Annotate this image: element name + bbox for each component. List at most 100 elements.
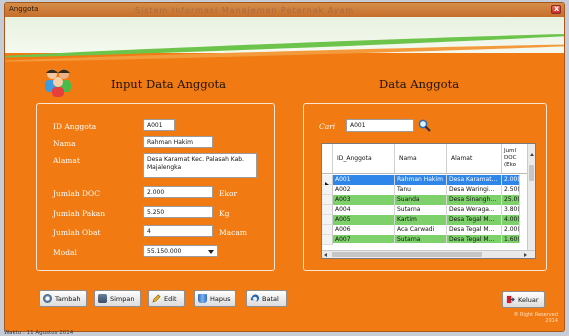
modal-select[interactable]: 55.150.000 xyxy=(143,245,218,257)
cell-nama: Rahman Hakim xyxy=(395,175,447,185)
save-icon xyxy=(98,294,107,303)
chevron-down-icon[interactable] xyxy=(208,250,214,254)
jumlah-obat-label: Jumlah Obat xyxy=(53,228,101,237)
cell-alamat: Desa Karamat... xyxy=(447,175,502,185)
row-selector[interactable] xyxy=(322,185,333,195)
cell-id: A005 xyxy=(333,215,395,225)
row-selector[interactable] xyxy=(322,205,333,215)
cell-doc: 3.80( xyxy=(504,205,520,215)
table-row[interactable]: A004 Sutarna Desa Weraga... 3.80( xyxy=(333,205,520,215)
scroll-left-icon[interactable] xyxy=(322,251,330,259)
edit-button[interactable]: Edit xyxy=(148,290,185,307)
vertical-scroll-thumb[interactable] xyxy=(529,165,534,181)
hapus-button[interactable]: Hapus xyxy=(194,290,236,307)
column-header-alamat[interactable]: Alamat xyxy=(447,144,502,174)
modal-label: Modal xyxy=(53,248,77,257)
table-row[interactable]: A003 Suanda Desa Sinangh... 25.0( xyxy=(333,195,520,205)
column-header-nama[interactable]: Nama xyxy=(395,144,447,174)
simpan-button[interactable]: Simpan xyxy=(94,290,141,307)
horizontal-scrollbar[interactable] xyxy=(322,250,535,259)
cell-id: A002 xyxy=(333,185,395,195)
jumlah-obat-field[interactable]: 4 xyxy=(143,225,213,237)
cell-id: A003 xyxy=(333,195,395,205)
nama-field[interactable]: Rahman Hakim xyxy=(143,136,213,148)
cell-nama: Aca Carwadi xyxy=(395,225,447,235)
jumlah-doc-label: Jumlah DOC xyxy=(53,189,100,198)
anggota-window: Anggota Sistem Informasi Manajemen Peter… xyxy=(4,2,565,332)
cell-alamat: Desa Tegal M... xyxy=(447,215,502,225)
tambah-label: Tambah xyxy=(55,294,81,303)
cell-alamat: Desa Sinangh... xyxy=(447,195,502,205)
cell-id: A004 xyxy=(333,205,395,215)
tambah-button[interactable]: Tambah xyxy=(39,290,87,307)
window-title: Anggota xyxy=(9,5,39,13)
row-selector[interactable] xyxy=(322,225,333,235)
edit-label: Edit xyxy=(164,294,177,303)
table-row[interactable]: A007 Sutarna Desa Tegal M... 1.60( xyxy=(333,235,520,243)
modal-value: 55.150.000 xyxy=(147,248,182,255)
column-header-id[interactable]: ID_Anggota xyxy=(333,144,395,174)
taskbar-status: Waktu : 11 Agustus 2014 xyxy=(4,330,74,336)
pencil-icon xyxy=(152,294,161,303)
cell-nama: Kartim xyxy=(395,215,447,225)
row-selector-current[interactable] xyxy=(322,175,333,188)
table-row-selected[interactable]: A001 Rahman Hakim Desa Karamat... 2.00( xyxy=(333,175,520,185)
title-bar: Anggota Sistem Informasi Manajemen Peter… xyxy=(5,3,564,17)
cell-alamat: Desa Tegal M... xyxy=(447,225,502,235)
alamat-field[interactable]: Desa Karamat Kec. Palasah Kab. Majalengk… xyxy=(143,153,257,178)
cell-doc: 2.50( xyxy=(504,185,520,195)
table-corner xyxy=(322,144,333,174)
doc-unit: Ekor xyxy=(219,189,238,198)
column-header-doc[interactable]: Juml DOC (Eko xyxy=(502,144,529,174)
keluar-label: Keluar xyxy=(518,295,539,304)
search-icon[interactable] xyxy=(418,119,431,132)
id-anggota-field[interactable]: A001 xyxy=(143,119,175,131)
vertical-scrollbar[interactable] xyxy=(527,144,535,251)
app-title-watermark: Sistem Informasi Manajemen Peternak Ayam xyxy=(135,6,355,15)
cell-doc: 2.00( xyxy=(504,175,520,185)
members-icon xyxy=(45,69,71,97)
horizontal-scroll-thumb[interactable] xyxy=(332,252,482,257)
cell-alamat: Desa Weraga... xyxy=(447,205,502,215)
cell-doc: 4.00( xyxy=(504,215,520,225)
add-icon xyxy=(43,294,52,303)
undo-icon xyxy=(250,294,259,302)
cari-label: Cari xyxy=(319,122,336,131)
cell-id: A001 xyxy=(333,175,395,185)
header-banner xyxy=(5,17,564,64)
row-selector[interactable] xyxy=(322,235,333,245)
jumlah-doc-field[interactable]: 2.000 xyxy=(143,186,213,198)
cell-id: A006 xyxy=(333,225,395,235)
exit-door-icon xyxy=(506,295,515,304)
pakan-unit: Kg xyxy=(219,209,230,218)
jumlah-pakan-field[interactable]: 5.250 xyxy=(143,206,213,218)
table-row[interactable]: A006 Aca Carwadi Desa Tegal M... 2.00( xyxy=(333,225,520,235)
cell-doc: 25.0( xyxy=(504,195,520,205)
hapus-label: Hapus xyxy=(210,294,231,303)
scroll-right-icon[interactable] xyxy=(521,251,529,259)
cell-doc: 1.60( xyxy=(504,235,520,243)
cell-alamat: Desa Tegal M... xyxy=(447,235,502,243)
data-section-title: Data Anggota xyxy=(379,77,460,91)
trash-icon xyxy=(198,294,207,303)
close-button[interactable] xyxy=(551,4,561,14)
copyright-notice: ® Right Reserved 2014 xyxy=(513,312,558,324)
scroll-up-icon[interactable] xyxy=(528,151,536,159)
cell-doc: 2.00( xyxy=(504,225,520,235)
jumlah-pakan-label: Jumlah Pakan xyxy=(53,209,106,218)
cell-nama: Tanu xyxy=(395,185,447,195)
keluar-button[interactable]: Keluar xyxy=(502,291,545,308)
row-selector[interactable] xyxy=(322,215,333,225)
batal-label: Batal xyxy=(262,294,279,303)
search-input[interactable]: A001 xyxy=(346,119,414,132)
simpan-label: Simpan xyxy=(110,294,135,303)
anggota-table[interactable]: ID_Anggota Nama Alamat Juml DOC (Eko A00… xyxy=(321,143,536,259)
cell-nama: Suanda xyxy=(395,195,447,205)
copyright-year: 2014 xyxy=(545,318,558,324)
table-row[interactable]: A005 Kartim Desa Tegal M... 4.00( xyxy=(333,215,520,225)
table-row[interactable]: A002 Tanu Desa Waringi... 2.50( xyxy=(333,185,520,195)
cell-alamat: Desa Waringi... xyxy=(447,185,502,195)
id-anggota-label: ID Anggota xyxy=(53,122,97,131)
batal-button[interactable]: Batal xyxy=(246,290,287,307)
row-selector[interactable] xyxy=(322,195,333,205)
